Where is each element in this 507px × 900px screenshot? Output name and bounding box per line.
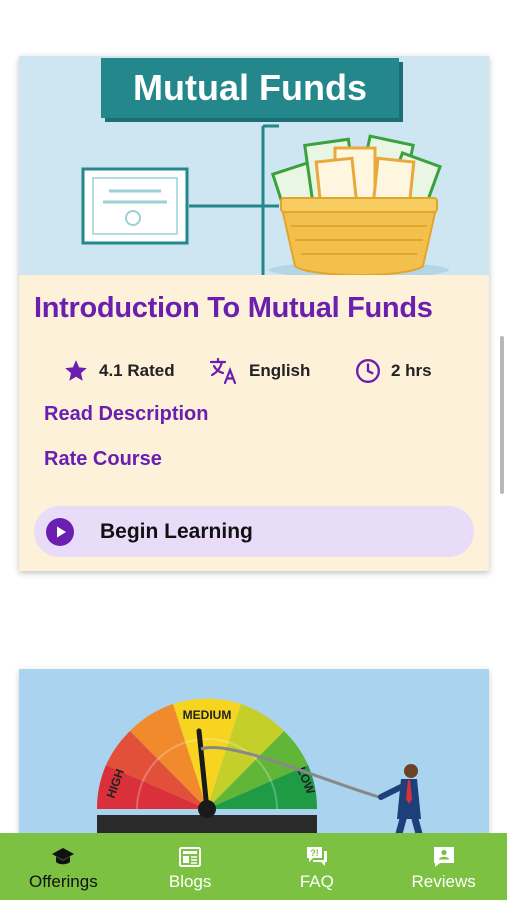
svg-text:?!: ?! [310,848,319,858]
banner-title: Mutual Funds [101,58,399,118]
course-card-mutual-funds[interactable]: Mutual Funds Introduction To Mutual Fund… [19,56,489,571]
language-info: English [209,356,310,386]
begin-learning-button[interactable]: Begin Learning [34,506,474,557]
nav-faq-label: FAQ [299,872,334,891]
risk-gauge-illustration: MEDIUM HIGH LOW [19,669,489,849]
clock-icon [355,358,381,384]
nav-blogs[interactable]: Blogs [127,833,254,900]
rate-course-link[interactable]: Rate Course [44,448,162,471]
rating-text: 4.1 Rated [99,361,175,380]
rating-info: 4.1 Rated [63,356,175,386]
nav-blogs-label: Blogs [168,872,212,891]
course-card-risk[interactable]: MEDIUM HIGH LOW [19,669,489,849]
nav-offerings-label: Offerings [29,872,98,891]
nav-faq[interactable]: ?! FAQ [254,833,381,900]
nav-reviews[interactable]: Reviews [380,833,507,900]
language-text: English [249,361,311,380]
faq-icon: ?! [306,847,327,866]
star-icon [65,360,87,381]
play-icon [46,517,74,546]
duration-info: 2 hrs [355,356,432,386]
gauge-medium-label: MEDIUM [183,708,232,722]
graduation-cap-icon [52,848,75,865]
translate-icon [209,357,237,385]
nav-offerings[interactable]: Offerings [0,833,127,900]
begin-learning-label: Begin Learning [100,519,253,543]
course-hero-image: Mutual Funds [19,56,489,275]
read-description-link[interactable]: Read Description [44,403,208,426]
nav-reviews-label: Reviews [411,872,476,891]
duration-text: 2 hrs [391,361,432,380]
bottom-navigation: Offerings Blogs ?! FAQ Reviews [0,833,507,900]
scrollbar[interactable] [500,336,504,494]
course-title: Introduction To Mutual Funds [34,292,433,324]
review-icon [433,847,454,867]
newspaper-icon [179,847,202,867]
